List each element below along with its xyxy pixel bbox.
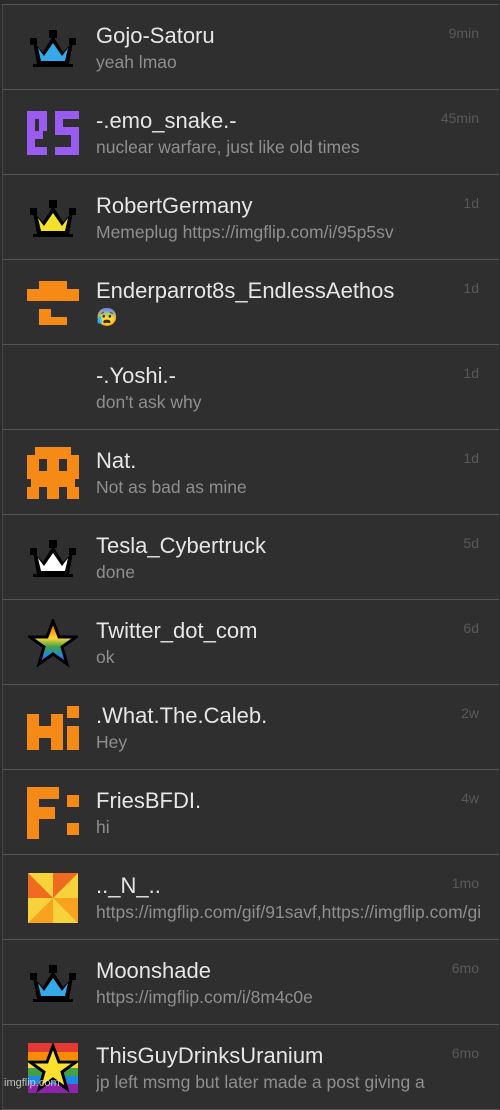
conversation-row[interactable]: Moonshade https://imgflip.com/i/8m4c0e 6…	[2, 940, 499, 1025]
conversation-preview: nuclear warfare, just like old times	[96, 137, 360, 157]
conversation-name: FriesBFDI.	[96, 788, 202, 813]
conversation-time: 6d	[463, 620, 479, 636]
watermark: imgflip.com	[4, 1077, 60, 1089]
conversation-time: 1mo	[451, 875, 479, 891]
conversation-row[interactable]: Tesla_Cybertruck done 5d	[2, 515, 499, 600]
pixel-letters-es-icon	[27, 107, 79, 159]
conversation-row[interactable]: Twitter_dot_com ok 6d	[2, 600, 499, 685]
conversation-row[interactable]: RobertGermany Memeplug https://imgflip.c…	[2, 175, 499, 260]
conversation-time: 6mo	[451, 960, 479, 976]
conversation-preview: 😰	[96, 307, 118, 327]
conversation-time: 45min	[440, 110, 479, 126]
conversation-name: Enderparrot8s_EndlessAethos	[96, 278, 395, 303]
conversation-time: 5d	[463, 535, 479, 551]
conversation-preview: Memeplug https://imgflip.com/i/95p5sv	[96, 222, 394, 242]
conversation-name: Twitter_dot_com	[96, 618, 258, 643]
conversation-preview: https://imgflip.com/i/8m4c0e	[96, 987, 313, 1007]
conversation-time: 9min	[448, 25, 479, 41]
conversation-row[interactable]: FriesBFDI. hi 4w	[2, 770, 499, 855]
conversation-preview: Hey	[96, 732, 128, 752]
conversation-preview: https://imgflip.com/gif/91savf,https://i…	[96, 902, 481, 922]
conversation-time: 4w	[461, 790, 479, 806]
pinwheel-icon	[27, 872, 79, 924]
conversation-row[interactable]: Gojo-Satoru yeah lmao 9min	[2, 5, 499, 90]
conversation-preview: hi	[96, 817, 110, 837]
crown-white-icon	[27, 532, 79, 584]
conversation-preview: ok	[96, 647, 115, 667]
pixel-f-orange-icon	[27, 787, 79, 839]
conversation-name: -.emo_snake.-	[96, 108, 237, 133]
conversation-time: 6mo	[451, 1045, 479, 1061]
conversation-preview: yeah lmao	[96, 52, 177, 72]
crown-blue-icon	[27, 22, 79, 74]
conversation-row[interactable]: Nat. Not as bad as mine 1d	[2, 430, 499, 515]
conversation-preview: jp left msmg but later made a post givin…	[96, 1072, 425, 1092]
conversation-preview: Not as bad as mine	[96, 477, 247, 497]
conversation-name: Nat.	[96, 448, 137, 473]
conversation-time: 2w	[461, 705, 479, 721]
conversation-time: 1d	[463, 280, 479, 296]
rainbow-star-icon	[27, 617, 79, 669]
conversation-name: Moonshade	[96, 958, 211, 983]
conversation-preview: done	[96, 562, 135, 582]
conversation-name: -.Yoshi.-	[96, 363, 176, 388]
conversation-name: RobertGermany	[96, 193, 253, 218]
conversation-row[interactable]: .What.The.Caleb. Hey 2w	[2, 685, 499, 770]
conversation-name: Gojo-Satoru	[96, 23, 215, 48]
avatar-empty	[27, 362, 79, 414]
conversation-preview: don't ask why	[96, 392, 202, 412]
conversation-name: .What.The.Caleb.	[96, 703, 268, 728]
conversation-time: 1d	[463, 365, 479, 381]
conversation-row[interactable]: -.Yoshi.- don't ask why 1d	[2, 345, 499, 430]
conversation-row[interactable]: -.emo_snake.- nuclear warfare, just like…	[2, 90, 499, 175]
conversation-time: 1d	[463, 195, 479, 211]
pixel-skull-orange-icon	[27, 447, 79, 499]
conversation-name: .._N_..	[96, 873, 161, 898]
conversation-name: Tesla_Cybertruck	[96, 533, 266, 558]
conversation-list: Gojo-Satoru yeah lmao 9min -.emo_snake.-…	[2, 4, 499, 1110]
conversation-row[interactable]: Enderparrot8s_EndlessAethos 😰 1d	[2, 260, 499, 345]
crown-blue-icon	[27, 957, 79, 1009]
conversation-name: ThisGuyDrinksUranium	[96, 1043, 324, 1068]
conversation-row[interactable]: .._N_.. https://imgflip.com/gif/91savf,h…	[2, 855, 499, 940]
crown-yellow-icon	[27, 192, 79, 244]
conversation-time: 1d	[463, 450, 479, 466]
pixel-hi-orange-icon	[27, 702, 79, 754]
pixel-orange-icon	[27, 277, 79, 329]
conversation-row[interactable]: ThisGuyDrinksUranium jp left msmg but la…	[2, 1025, 499, 1110]
